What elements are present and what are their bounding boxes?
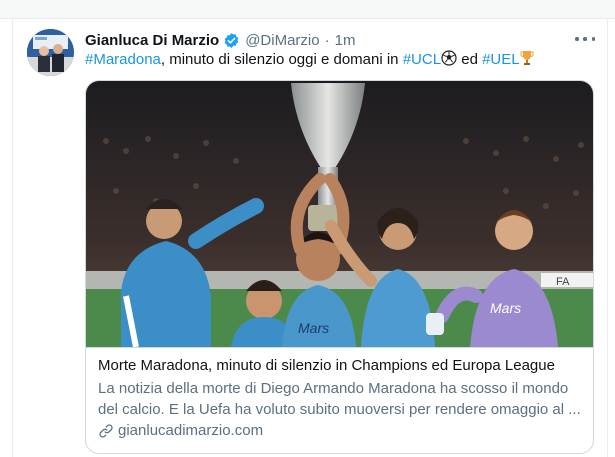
card-domain[interactable]: gianlucadimarzio.com: [98, 422, 263, 439]
tweet-timestamp[interactable]: 1m: [335, 32, 356, 49]
verified-badge-icon: [223, 32, 240, 49]
tweet-text: #Maradona, minuto di silenzio oggi e dom…: [85, 50, 534, 70]
author-handle[interactable]: @DiMarzio: [245, 32, 319, 49]
timeline-top-edge: [0, 0, 615, 19]
svg-text:Mars: Mars: [298, 320, 329, 336]
hashtag-ucl[interactable]: #UCL: [403, 51, 441, 68]
tweet[interactable]: Gianluca Di Marzio @DiMarzio · 1m #Marad…: [12, 19, 608, 457]
svg-text:FA: FA: [556, 276, 570, 288]
card-image[interactable]: Mars Mars FA: [86, 81, 593, 348]
link-icon: [99, 423, 113, 438]
avatar[interactable]: [27, 29, 74, 76]
svg-text:Mars: Mars: [490, 300, 521, 316]
tweet-text-segment: , minuto di silenzio oggi e domani in: [160, 51, 403, 68]
hashtag-maradona[interactable]: #Maradona: [85, 51, 161, 68]
card-domain-text: gianlucadimarzio.com: [118, 422, 264, 439]
more-options-icon[interactable]: [575, 31, 595, 47]
soccer-ball-emoji-icon: [441, 50, 457, 70]
card-title[interactable]: Morte Maradona, minuto di silenzio in Ch…: [98, 357, 555, 374]
card-description: La notizia della morte di Diego Armando …: [98, 380, 581, 418]
tweet-header: Gianluca Di Marzio @DiMarzio · 1m: [85, 29, 355, 51]
separator-dot: ·: [324, 31, 330, 49]
trophy-emoji-icon: [520, 50, 534, 70]
tweet-text-segment: ed: [457, 51, 483, 68]
hashtag-uel[interactable]: #UEL: [482, 51, 520, 68]
link-preview-card[interactable]: Mars Mars FA Morte Maradona, minuto di s…: [85, 80, 594, 454]
author-name[interactable]: Gianluca Di Marzio: [85, 32, 219, 49]
